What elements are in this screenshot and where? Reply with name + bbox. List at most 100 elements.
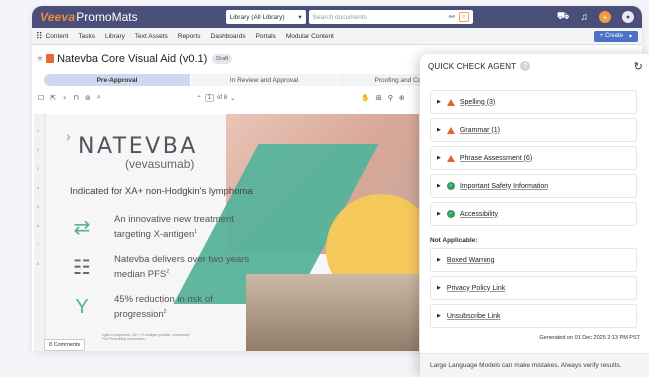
hero-image xyxy=(173,114,419,351)
document-viewer[interactable]: 1 2 3 4 5 6 7 8 › NATEVBA (vevasumab) In… xyxy=(34,114,419,351)
nav-item-content[interactable]: Content xyxy=(46,33,69,40)
ruler-mark: 4 xyxy=(37,185,40,190)
pin-icon[interactable]: ♀ xyxy=(62,95,67,102)
nav-item-portals[interactable]: Portals xyxy=(256,33,276,40)
nav-item-library[interactable]: Library xyxy=(105,33,125,40)
stage-in-review[interactable]: In Review and Approval xyxy=(191,74,338,86)
check-label: Unsubscribe Link xyxy=(446,312,501,320)
check-privacy-policy-link[interactable]: ▶ Privacy Policy Link xyxy=(430,276,637,300)
check-circle-icon: ✓ xyxy=(446,210,455,218)
caret-right-icon: ▶ xyxy=(437,285,441,291)
generic-name: (vevasumab) xyxy=(125,157,195,171)
ruler-mark: 2 xyxy=(37,147,40,152)
create-button-label: + Create xyxy=(599,33,623,39)
footnote: kgkin's lymphoma; XA+ = X-antigen positi… xyxy=(102,333,190,341)
feature-text: Natevba delivers over two years median P… xyxy=(114,254,249,281)
ruler-mark: 3 xyxy=(37,166,40,171)
cart-icon[interactable]: ⛟ xyxy=(557,11,570,24)
exchange-arrows-icon: ⇄ xyxy=(73,217,91,240)
screenshot-root: Veeva PromoMats Library (All Library) ▾ … xyxy=(0,0,649,377)
page-ruler: 1 2 3 4 5 6 7 8 xyxy=(34,114,44,351)
feature-item: ⇄ An innovative new treatment targeting … xyxy=(68,214,234,241)
chevron-down-icon: ▾ xyxy=(298,14,302,21)
nav-item-dashboards[interactable]: Dashboards xyxy=(211,33,246,40)
check-unsubscribe-link[interactable]: ▶ Unsubscribe Link xyxy=(430,304,637,328)
quick-check-title: QUICK CHECK AGENT xyxy=(428,61,517,71)
warning-icon xyxy=(446,126,455,134)
bookmark-icon[interactable]: ⊓ xyxy=(73,94,78,102)
check-spelling[interactable]: ▶ Spelling (3) xyxy=(430,90,637,114)
grid-view-icon[interactable]: ⊞ xyxy=(376,94,382,102)
help-icon[interactable]: ? xyxy=(520,61,531,71)
footnote-ref: 2 xyxy=(163,309,167,315)
document-page[interactable]: › NATEVBA (vevasumab) Indicated for XA+ … xyxy=(46,114,419,351)
feature-line: 45% reduction in risk of xyxy=(114,294,213,305)
check-label: Privacy Policy Link xyxy=(446,284,506,292)
search-placeholder: Search documents xyxy=(312,13,367,21)
generated-timestamp: Generated on 01 Dec 2025 2:13 PM PST xyxy=(539,335,640,341)
ruler-mark: 5 xyxy=(37,204,40,209)
nav-item-modular-content[interactable]: Modular Content xyxy=(286,33,334,40)
check-label: Boxed Warning xyxy=(446,256,495,264)
page-prev-icon[interactable]: ⌃ xyxy=(197,95,202,102)
check-label: Important Safety Information xyxy=(459,182,549,190)
nav-item-reports[interactable]: Reports xyxy=(178,33,201,40)
top-bar: Veeva PromoMats Library (All Library) ▾ … xyxy=(32,6,642,28)
check-phrase-assessment[interactable]: ▶ Phrase Assessment (6) xyxy=(430,146,637,170)
page-number-input[interactable]: 1 xyxy=(204,94,215,102)
apps-grid-icon[interactable]: ⠿ xyxy=(36,31,43,42)
link-icon[interactable]: ⚲ xyxy=(388,94,393,102)
user-avatar-icon[interactable]: ● xyxy=(622,11,634,23)
feature-item: Y 45% reduction in risk of progression2 xyxy=(68,294,213,321)
check-grammar[interactable]: ▶ Grammar (1) xyxy=(430,118,637,142)
check-important-safety-information[interactable]: ▶ ✓ Important Safety Information xyxy=(430,174,637,198)
nav-item-text-assets[interactable]: Text Assets xyxy=(135,33,168,40)
llm-disclaimer: Large Language Models can make mistakes.… xyxy=(420,353,649,377)
bell-icon[interactable]: ♫ xyxy=(581,12,589,23)
library-select[interactable]: Library (All Library) ▾ xyxy=(225,10,306,24)
location-icon[interactable]: ⊚ xyxy=(85,94,91,102)
search-icon[interactable]: ⌕ xyxy=(458,12,469,22)
refresh-icon[interactable]: ↻ xyxy=(634,60,643,73)
zoom-icon[interactable]: ⌕ xyxy=(97,94,101,102)
comment-icon[interactable]: ☐ xyxy=(38,94,44,102)
library-select-value: Library (All Library) xyxy=(229,13,285,21)
brand-lockup: › NATEVBA (vevasumab) xyxy=(66,128,198,171)
check-circle-icon: ✓ xyxy=(446,182,455,190)
feature-text: An innovative new treatment targeting X-… xyxy=(114,214,234,241)
hero-photo-bottom xyxy=(246,274,419,351)
ruler-mark: 7 xyxy=(37,242,40,247)
feature-item: ☷ Natevba delivers over two years median… xyxy=(68,254,249,281)
binoculars-icon[interactable]: ⚯ xyxy=(449,13,455,21)
check-label: Spelling (3) xyxy=(459,98,496,106)
comments-count-button[interactable]: 8 Comments xyxy=(44,339,86,351)
document-type-icon xyxy=(46,54,55,63)
brand-chevron-icon: › xyxy=(66,128,71,144)
not-applicable-heading: Not Applicable: xyxy=(430,237,478,244)
check-accessibility[interactable]: ▶ ✓ Accessibility xyxy=(430,202,637,226)
create-button[interactable]: + Create ▾ xyxy=(593,30,638,42)
feature-line: progression xyxy=(114,309,164,321)
add-icon[interactable]: + xyxy=(599,11,611,23)
ruler-mark: 8 xyxy=(37,261,40,266)
chevron-down-icon: ▾ xyxy=(628,33,632,40)
status-badge: Draft xyxy=(212,53,233,64)
hand-tool-icon[interactable]: ✋ xyxy=(361,94,370,102)
nav-item-tasks[interactable]: Tasks xyxy=(78,33,95,40)
favorite-star-icon[interactable]: ★ xyxy=(36,53,44,64)
pointer-tool-icon[interactable]: ⇱ xyxy=(50,94,56,102)
indication-text: Indicated for XA+ non-Hodgkin's lymphoma xyxy=(70,186,253,197)
search-input[interactable]: Search documents ⚯ ⌕ xyxy=(308,10,473,24)
feature-line: median PFS xyxy=(114,269,167,281)
app-logo[interactable]: Veeva PromoMats xyxy=(40,10,138,24)
document-title: Natevba Core Visual Aid (v0.1) xyxy=(57,52,208,65)
brand-name: Veeva xyxy=(40,10,76,24)
checklist-icon: ☷ xyxy=(73,257,91,280)
zoom-in-icon[interactable]: ⊕ xyxy=(399,94,405,102)
caret-right-icon: ▶ xyxy=(437,99,441,105)
footnote-ref: 2 xyxy=(166,269,170,275)
page-next-icon[interactable]: ⌄ xyxy=(230,95,235,102)
check-boxed-warning[interactable]: ▶ Boxed Warning xyxy=(430,248,637,272)
warning-icon xyxy=(446,154,455,162)
stage-pre-approval[interactable]: Pre-Approval xyxy=(44,74,191,86)
